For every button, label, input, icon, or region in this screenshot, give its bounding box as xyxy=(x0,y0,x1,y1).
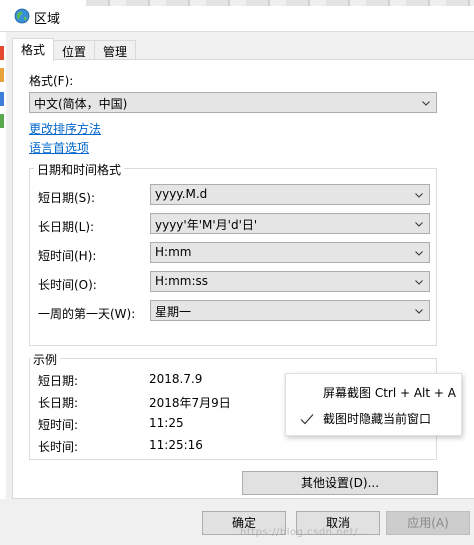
window-title: 区域 xyxy=(34,12,61,27)
example-short-time-value: 11:25 xyxy=(149,416,184,430)
chevron-down-icon xyxy=(415,251,423,256)
ctx-item-hide-window-label: 截图时隐藏当前窗口 xyxy=(323,412,432,426)
watermark: https://blog.csdn.net/... xyxy=(240,527,370,538)
long-date-label: 长日期(L): xyxy=(38,220,95,234)
example-short-date-value: 2018.7.9 xyxy=(149,372,203,386)
chevron-down-icon xyxy=(415,309,423,314)
background-window-strip xyxy=(86,0,474,6)
tab-format[interactable]: 格式 xyxy=(12,38,55,61)
example-long-time-label: 长时间: xyxy=(38,440,79,454)
first-day-of-week-dropdown[interactable]: 星期一 xyxy=(150,300,430,321)
example-long-time-value: 11:25:16 xyxy=(149,438,203,452)
tab-strip: 格式 位置 管理 xyxy=(12,38,137,61)
format-label: 格式(F): xyxy=(29,74,74,88)
globe-icon xyxy=(14,8,30,24)
datetime-format-group: 日期和时间格式 短日期(S): yyyy.M.d 长日期(L): yyyy'年'… xyxy=(29,161,437,346)
long-date-value: yyyy'年'M'月'd'日' xyxy=(155,218,258,232)
title-bar[interactable]: 区域 xyxy=(0,0,474,32)
long-time-value: H:mm:ss xyxy=(155,274,208,288)
tab-administrative[interactable]: 管理 xyxy=(94,40,137,60)
language-preferences-link[interactable]: 语言首选项 xyxy=(29,139,89,156)
first-day-of-week-value: 星期一 xyxy=(155,305,192,319)
example-long-date-value: 2018年7月9日 xyxy=(149,396,231,410)
short-time-dropdown[interactable]: H:mm xyxy=(150,242,430,263)
chevron-down-icon xyxy=(415,280,423,285)
chevron-down-icon xyxy=(415,193,423,198)
long-date-dropdown[interactable]: yyyy'年'M'月'd'日' xyxy=(150,213,430,234)
short-time-label: 短时间(H): xyxy=(38,249,97,263)
ctx-item-screenshot[interactable]: 屏幕截图 Ctrl + Alt + A xyxy=(286,380,463,406)
short-time-value: H:mm xyxy=(155,245,192,259)
example-short-date-label: 短日期: xyxy=(38,374,79,388)
format-dropdown[interactable]: 中文(简体，中国) xyxy=(29,92,437,113)
chevron-down-icon xyxy=(415,222,423,227)
example-long-date-label: 长日期: xyxy=(38,396,79,410)
region-dialog: 区域 格式 位置 管理 格式(F): 中文(简体，中国) 更改排序方法 语言首选… xyxy=(0,0,474,545)
short-date-label: 短日期(S): xyxy=(38,191,96,205)
change-sorting-method-link[interactable]: 更改排序方法 xyxy=(29,120,101,137)
checkmark-icon xyxy=(300,414,314,425)
chevron-down-icon xyxy=(422,101,430,106)
examples-group-title: 示例 xyxy=(30,351,61,368)
long-time-label: 长时间(O): xyxy=(38,278,97,292)
ctx-item-screenshot-label: 屏幕截图 Ctrl + Alt + A xyxy=(323,386,456,400)
dialog-button-bar: 确定 取消 应用(A) xyxy=(0,499,474,545)
ctx-item-hide-window[interactable]: 截图时隐藏当前窗口 xyxy=(286,406,463,432)
screenshot-context-menu: 屏幕截图 Ctrl + Alt + A 截图时隐藏当前窗口 xyxy=(285,373,462,436)
datetime-group-title: 日期和时间格式 xyxy=(34,161,125,178)
background-window-edge xyxy=(0,32,6,502)
short-date-dropdown[interactable]: yyyy.M.d xyxy=(150,184,430,205)
tab-location[interactable]: 位置 xyxy=(53,40,96,60)
example-short-time-label: 短时间: xyxy=(38,418,79,432)
first-day-of-week-label: 一周的第一天(W): xyxy=(38,307,136,321)
apply-button[interactable]: 应用(A) xyxy=(386,511,470,535)
short-date-value: yyyy.M.d xyxy=(155,187,208,201)
long-time-dropdown[interactable]: H:mm:ss xyxy=(150,271,430,292)
other-settings-button[interactable]: 其他设置(D)... xyxy=(242,471,438,495)
format-dropdown-value: 中文(简体，中国) xyxy=(34,97,128,111)
